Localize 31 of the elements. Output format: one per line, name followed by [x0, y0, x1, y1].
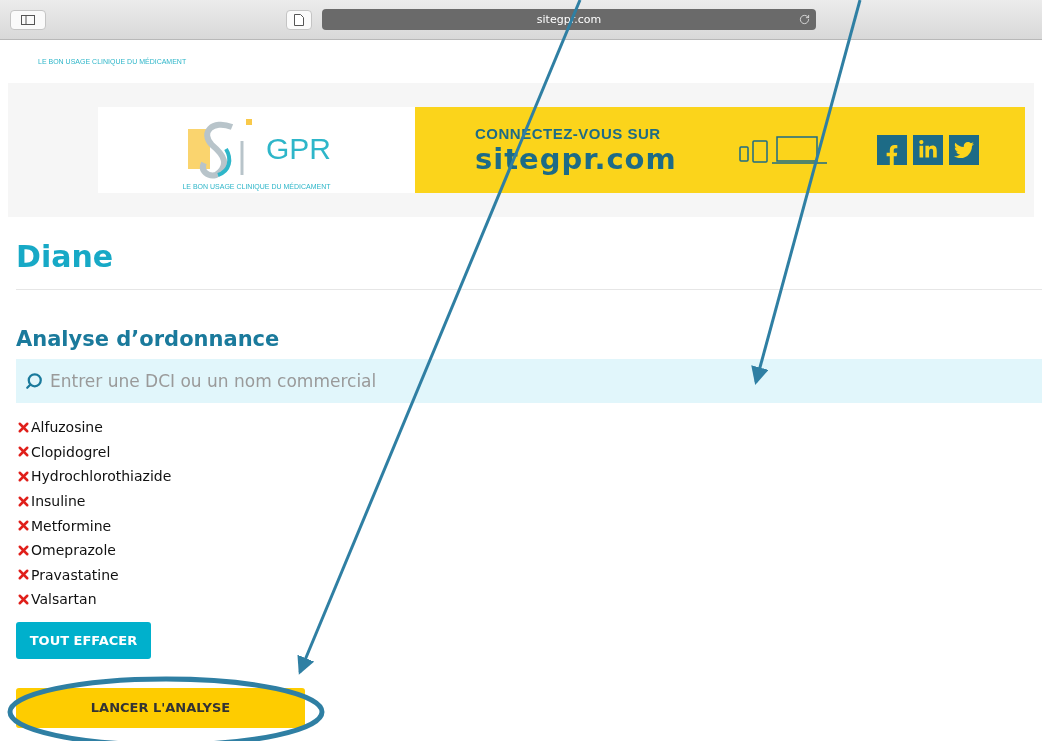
drug-name: Pravastatine — [31, 566, 119, 583]
remove-icon[interactable] — [16, 469, 31, 484]
run-analysis-button[interactable]: LANCER L'ANALYSE — [16, 687, 305, 728]
sidebar-button[interactable] — [10, 9, 46, 30]
facebook-icon[interactable] — [876, 135, 907, 165]
remove-icon[interactable] — [16, 567, 31, 583]
twitter-icon[interactable] — [948, 135, 979, 165]
linkedin-icon[interactable] — [912, 135, 943, 165]
remove-icon[interactable] — [16, 493, 31, 509]
drug-name: Omeprazole — [31, 542, 116, 559]
search-field[interactable]: Entrer une DCI ou un nom commercial — [16, 359, 1042, 403]
sidebar-icon — [21, 14, 35, 25]
remove-icon[interactable] — [16, 542, 31, 558]
drug-name: Insuline — [31, 493, 86, 510]
remove-icon[interactable] — [16, 444, 31, 460]
drug-name: Hydrochlorothiazide — [31, 468, 172, 485]
devices-icon — [738, 135, 829, 165]
reload-icon[interactable] — [799, 14, 810, 25]
drug-name: Metformine — [31, 517, 112, 534]
page-button[interactable] — [286, 9, 312, 30]
remove-icon[interactable] — [16, 591, 31, 607]
remove-icon[interactable] — [16, 518, 31, 534]
document-icon — [294, 13, 304, 26]
section-title: Analyse d’ordonnance — [16, 327, 281, 353]
page-title: Diane — [16, 239, 115, 276]
drug-name: Valsartan — [31, 591, 97, 608]
logo-text: GPR — [266, 132, 331, 165]
drug-name: Clopidogrel — [31, 443, 111, 460]
drug-name: Alfuzosine — [31, 419, 103, 436]
address-bar[interactable]: sitegpr.com — [322, 9, 816, 30]
remove-icon[interactable] — [16, 419, 31, 435]
